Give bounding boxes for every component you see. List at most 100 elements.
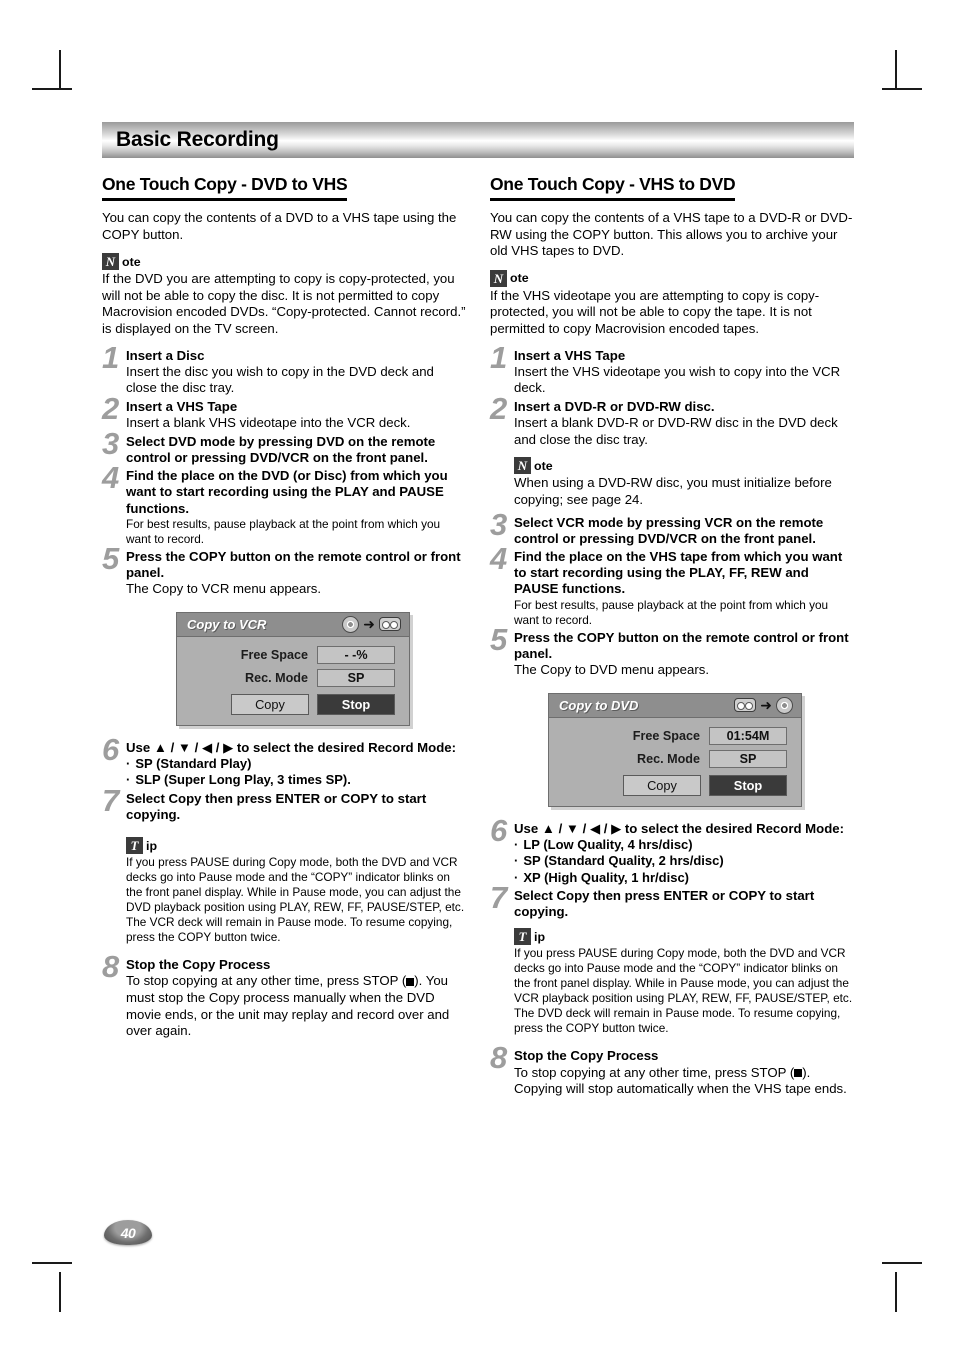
right-note-text: If the VHS videotape you are attempting … bbox=[490, 287, 820, 336]
rec-mode-value[interactable]: SP bbox=[317, 668, 395, 687]
dialog-body: Free Space - -% Rec. Mode SP Copy Stop bbox=[177, 637, 409, 725]
tip-icon: T bbox=[126, 837, 143, 855]
step-subtext: For best results, pause playback at the … bbox=[514, 597, 829, 627]
crop-mark-top-right-horizontal bbox=[882, 88, 922, 90]
stop-button[interactable]: Stop bbox=[317, 693, 395, 715]
note-word: ote bbox=[534, 458, 553, 473]
crop-mark-bottom-right-horizontal bbox=[882, 1262, 922, 1264]
record-mode-list: LP (Low Quality, 4 hrs/disc) SP (Standar… bbox=[514, 837, 854, 886]
step-number: 8 bbox=[102, 949, 120, 985]
step-text-pre: To stop copying at any other time, press… bbox=[514, 1064, 795, 1080]
right-section-heading: One Touch Copy - VHS to DVD bbox=[490, 174, 736, 201]
step-number: 4 bbox=[490, 540, 508, 576]
rec-mode-row[interactable]: Rec. Mode SP bbox=[187, 668, 395, 687]
step-text: The Copy to DVD menu appears. bbox=[514, 661, 709, 677]
right-tip-label: T ip bbox=[514, 928, 854, 946]
step-text: Insert a blank VHS videotape into the VC… bbox=[126, 415, 411, 431]
rec-mode-value[interactable]: SP bbox=[709, 749, 787, 768]
right-tip-block: T ip If you press PAUSE during Copy mode… bbox=[514, 928, 854, 1036]
left-tip-label: T ip bbox=[126, 837, 466, 855]
step-title: Stop the Copy Process bbox=[514, 1048, 659, 1064]
right-step2-note-label: N ote bbox=[514, 457, 854, 475]
step-number: 4 bbox=[102, 460, 120, 496]
stop-button[interactable]: Stop bbox=[709, 774, 787, 796]
step-title: Find the place on the DVD (or Disc) from… bbox=[126, 468, 448, 516]
left-note-label: N ote bbox=[102, 253, 466, 271]
step-number: 7 bbox=[490, 879, 508, 915]
tip-word: ip bbox=[534, 929, 546, 944]
dialog-body: Free Space 01:54M Rec. Mode SP Copy Stop bbox=[549, 718, 801, 806]
left-tip-text: If you press PAUSE during Copy mode, bot… bbox=[126, 855, 465, 945]
step-title: Stop the Copy Process bbox=[126, 957, 271, 973]
step-title: Insert a VHS Tape bbox=[126, 398, 238, 414]
right-step2-note-text: When using a DVD-RW disc, you must initi… bbox=[514, 475, 832, 507]
left-section-heading: One Touch Copy - DVD to VHS bbox=[102, 174, 348, 201]
step-subtext: For best results, pause playback at the … bbox=[126, 516, 441, 546]
right-step-5: 5 Press the COPY button on the remote co… bbox=[490, 624, 854, 679]
page-number: 40 bbox=[120, 1224, 136, 1241]
two-column-body: One Touch Copy - DVD to VHS You can copy… bbox=[102, 174, 854, 1098]
tip-icon: T bbox=[514, 928, 531, 946]
note-word: ote bbox=[510, 271, 529, 286]
page-number-badge: 40 bbox=[104, 1220, 152, 1245]
rec-mode-label: Rec. Mode bbox=[637, 751, 700, 766]
step-title: Use ▲ / ▼ / ◀ / ▶ to select the desired … bbox=[514, 820, 844, 836]
dialog-buttons: Copy Stop bbox=[187, 693, 395, 715]
left-step-2: 2 Insert a VHS Tape Insert a blank VHS v… bbox=[102, 393, 466, 432]
record-mode-option: SLP (Super Long Play, 3 times SP). bbox=[126, 772, 466, 788]
copy-to-vcr-dialog[interactable]: Copy to VCR ➜ Free Space - -% Rec. Mode … bbox=[176, 611, 410, 726]
free-space-row: Free Space - -% bbox=[187, 645, 395, 664]
dialog-direction-icons: ➜ bbox=[342, 615, 401, 633]
free-space-label: Free Space bbox=[240, 647, 308, 662]
step-text: Insert the VHS videotape you wish to cop… bbox=[514, 363, 841, 396]
step-text: To stop copying at any other time, press… bbox=[126, 973, 466, 1039]
step-text: Insert a blank DVD-R or DVD-RW disc in t… bbox=[514, 415, 838, 447]
crop-mark-bottom-right-vertical bbox=[895, 1272, 897, 1312]
step-title: Press the COPY button on the remote cont… bbox=[126, 548, 461, 580]
copy-button[interactable]: Copy bbox=[231, 693, 309, 715]
left-tip-block: T ip If you press PAUSE during Copy mode… bbox=[126, 837, 466, 945]
note-word: ote bbox=[122, 254, 141, 269]
right-step-6: 6 Use ▲ / ▼ / ◀ / ▶ to select the desire… bbox=[490, 812, 854, 886]
step-number: 6 bbox=[490, 812, 508, 848]
right-step-1: 1 Insert a VHS Tape Insert the VHS video… bbox=[490, 341, 854, 397]
right-note-label: N ote bbox=[490, 269, 854, 287]
step-number: 7 bbox=[102, 782, 120, 818]
right-step2-note-block: N ote When using a DVD-RW disc, you must… bbox=[514, 457, 854, 508]
dialog-title: Copy to DVD bbox=[559, 697, 639, 713]
dialog-direction-icons: ➜ bbox=[734, 696, 793, 714]
disc-icon bbox=[342, 615, 360, 633]
free-space-value: - -% bbox=[317, 645, 395, 664]
crop-mark-top-right-vertical bbox=[895, 50, 897, 90]
step-text: Insert the disc you wish to copy in the … bbox=[126, 363, 434, 396]
left-step-3: 3 Select DVD mode by pressing DVD on the… bbox=[102, 428, 466, 466]
left-step-4: 4 Find the place on the DVD (or Disc) fr… bbox=[102, 460, 466, 547]
step-text-pre: To stop copying at any other time, press… bbox=[126, 973, 407, 989]
note-icon: N bbox=[514, 457, 531, 475]
step-title: Insert a DVD-R or DVD-RW disc. bbox=[514, 398, 715, 414]
step-number: 6 bbox=[102, 731, 120, 767]
disc-icon bbox=[776, 696, 793, 714]
left-note-text: If the DVD you are attempting to copy is… bbox=[102, 271, 466, 336]
right-step-7: 7 Select Copy then press ENTER or COPY t… bbox=[490, 879, 854, 920]
chapter-header-bar: Basic Recording bbox=[102, 122, 854, 158]
right-step-2: 2 Insert a DVD-R or DVD-RW disc. Insert … bbox=[490, 393, 854, 448]
copy-to-dvd-dialog[interactable]: Copy to DVD ➜ Free Space 01:54M Rec. Mod… bbox=[548, 692, 802, 807]
arrow-right-icon: ➜ bbox=[760, 697, 772, 714]
copy-button[interactable]: Copy bbox=[623, 774, 701, 796]
crop-mark-bottom-left-vertical bbox=[59, 1272, 61, 1312]
step-title: Insert a VHS Tape bbox=[514, 347, 626, 363]
left-step-5: 5 Press the COPY button on the remote co… bbox=[102, 543, 466, 598]
left-step-6: 6 Use ▲ / ▼ / ◀ / ▶ to select the desire… bbox=[102, 731, 466, 789]
left-column: One Touch Copy - DVD to VHS You can copy… bbox=[102, 174, 466, 1098]
right-intro-text: You can copy the contents of a VHS tape … bbox=[490, 210, 853, 259]
left-step-1: 1 Insert a Disc Insert the disc you wish… bbox=[102, 341, 466, 397]
left-step-7: 7 Select Copy then press ENTER or COPY t… bbox=[102, 782, 466, 823]
free-space-label: Free Space bbox=[632, 728, 700, 743]
step-text: The Copy to VCR menu appears. bbox=[126, 581, 321, 597]
record-mode-list: SP (Standard Play) SLP (Super Long Play,… bbox=[126, 756, 466, 789]
note-icon: N bbox=[490, 269, 507, 287]
tip-word: ip bbox=[146, 838, 158, 853]
rec-mode-row[interactable]: Rec. Mode SP bbox=[559, 749, 787, 768]
right-column: One Touch Copy - VHS to DVD You can copy… bbox=[490, 174, 854, 1098]
